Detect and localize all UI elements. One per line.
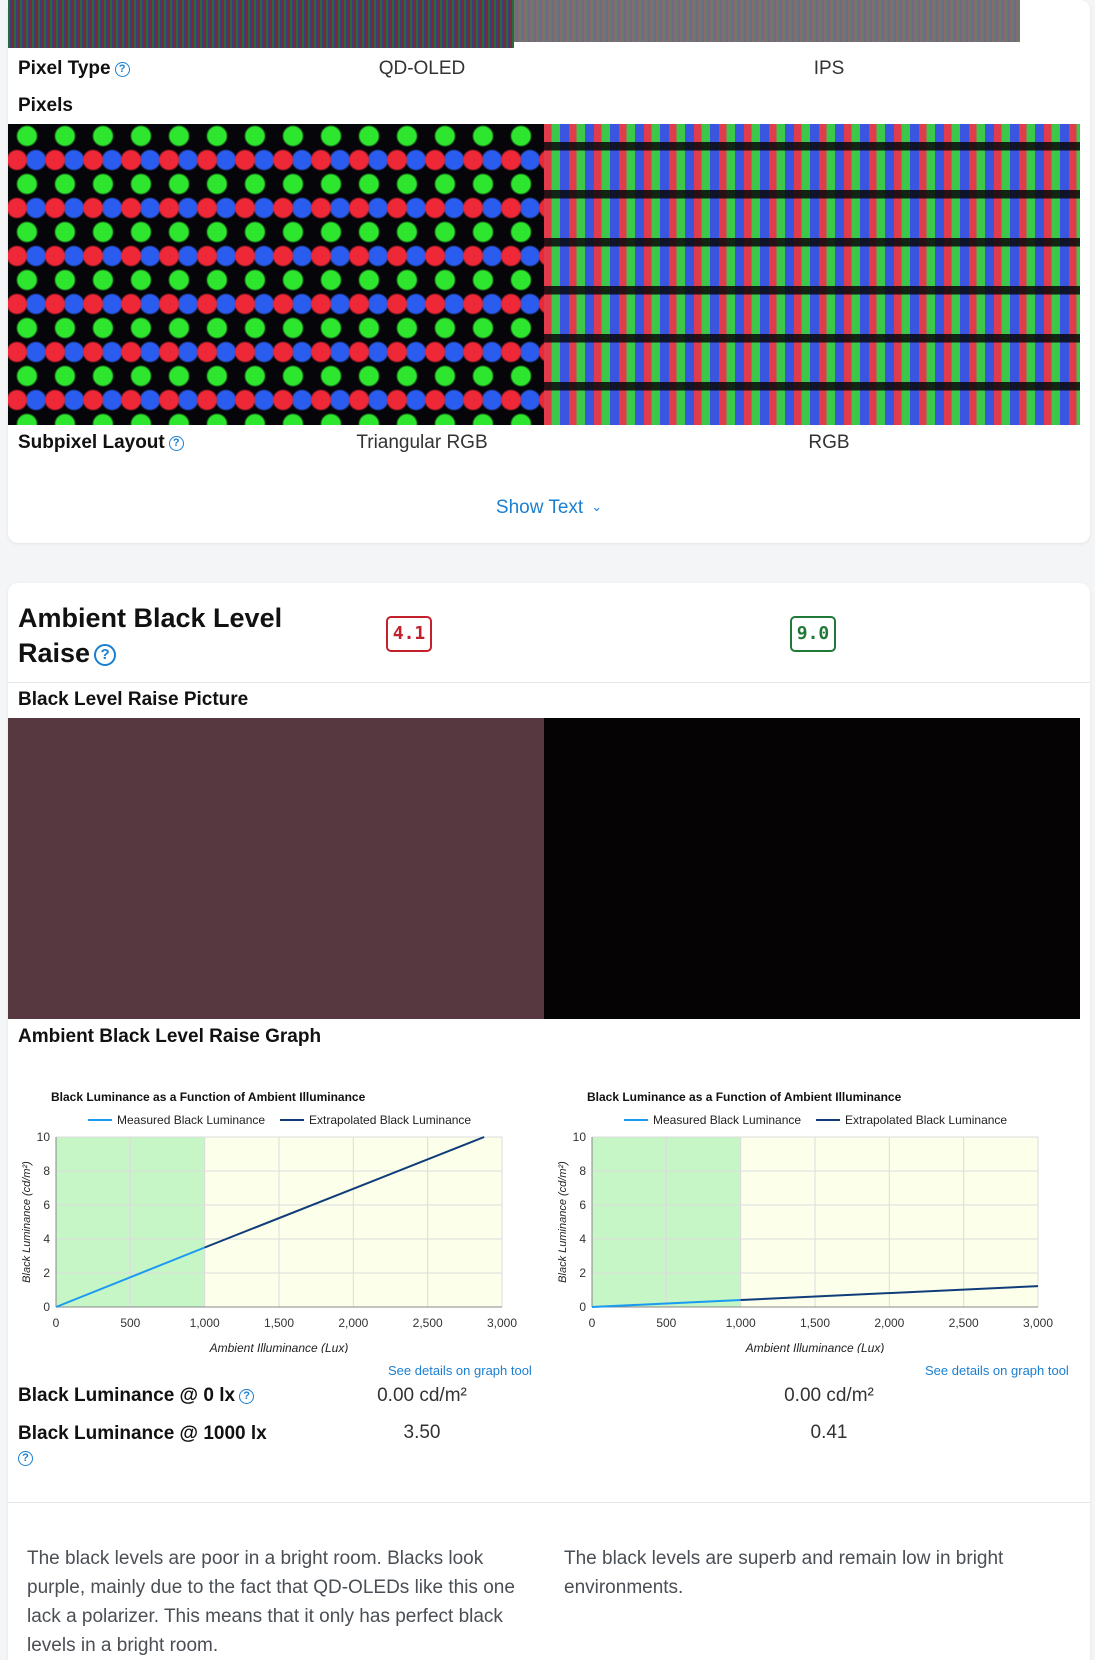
y-axis-label: Black Luminance (cd/m²)	[21, 1161, 33, 1283]
black-at-0-value-right: 0.00 cd/m²	[784, 1385, 874, 1406]
section-title: Ambient Black Level Raise	[18, 603, 283, 668]
chart-title: Black Luminance as a Function of Ambient…	[587, 1090, 902, 1104]
show-text-button[interactable]: Show Text ⌄	[8, 497, 1090, 519]
black-level-photo-right	[544, 718, 1080, 1019]
y-tick-label: 2	[43, 1266, 50, 1280]
score-badge-right: 9.0	[790, 616, 836, 652]
x-tick-label: 1,500	[800, 1316, 830, 1330]
pixels-label: Pixels	[18, 95, 73, 116]
y-tick-label: 8	[43, 1164, 50, 1178]
y-tick-label: 10	[573, 1130, 587, 1144]
help-icon[interactable]: ?	[114, 62, 130, 77]
divider	[8, 682, 1090, 683]
x-tick-label: 2,000	[874, 1316, 904, 1330]
chart-svg: Black Luminance as a Function of Ambient…	[21, 1090, 517, 1353]
text-clarity-photo-left	[8, 0, 514, 48]
chart-svg: Black Luminance as a Function of Ambient…	[557, 1090, 1053, 1353]
chart-title: Black Luminance as a Function of Ambient…	[51, 1090, 366, 1104]
graph-tool-link-right[interactable]: See details on graph tool	[925, 1363, 1069, 1378]
y-tick-label: 2	[579, 1266, 586, 1280]
pixels-photo-left	[8, 124, 544, 425]
x-tick-label: 500	[120, 1316, 140, 1330]
show-text-label: Show Text	[495, 497, 584, 518]
score-badge-left: 4.1	[386, 616, 432, 652]
help-icon[interactable]: ?	[239, 1389, 255, 1404]
y-axis-label: Black Luminance (cd/m²)	[557, 1161, 569, 1283]
divider	[8, 1502, 1090, 1503]
subpixel-layout-value-left: Triangular RGB	[356, 432, 488, 453]
x-tick-label: 3,000	[487, 1316, 517, 1330]
help-icon[interactable]: ?	[18, 1451, 33, 1466]
black-at-0-label: Black Luminance @ 0 lx	[18, 1385, 236, 1406]
pixels-card: Pixel Type? QD-OLED IPS Pixels Subpixel …	[8, 0, 1090, 543]
text-clarity-photo-right	[514, 0, 1020, 42]
x-tick-label: 1,500	[264, 1316, 294, 1330]
x-tick-label: 500	[656, 1316, 676, 1330]
y-tick-label: 8	[579, 1164, 586, 1178]
x-tick-label: 1,000	[726, 1316, 756, 1330]
x-axis-label: Ambient Illuminance (Lux)	[745, 1341, 885, 1353]
x-axis-label: Ambient Illuminance (Lux)	[209, 1341, 349, 1353]
black-at-0-value-left: 0.00 cd/m²	[377, 1385, 467, 1406]
help-icon[interactable]: ?	[94, 644, 117, 666]
description-left: The black levels are poor in a bright ro…	[27, 1548, 515, 1656]
x-tick-label: 3,000	[1023, 1316, 1053, 1330]
black-luminance-chart-left: Black Luminance as a Function of Ambient…	[12, 1053, 548, 1353]
pixel-type-value-left: QD-OLED	[378, 58, 466, 79]
y-tick-label: 0	[43, 1300, 50, 1314]
graph-label: Ambient Black Level Raise Graph	[18, 1026, 322, 1047]
chevron-down-icon: ⌄	[591, 499, 603, 514]
y-tick-label: 0	[579, 1300, 586, 1314]
pixels-photo-right	[544, 124, 1080, 425]
ambient-black-level-card: Ambient Black Level Raise? 4.1 9.0 Black…	[8, 583, 1090, 1660]
pixel-type-value-right: IPS	[813, 58, 845, 79]
picture-label: Black Level Raise Picture	[18, 689, 249, 710]
black-at-1000-value-left: 3.50	[403, 1422, 441, 1443]
y-tick-label: 6	[43, 1198, 50, 1212]
x-tick-label: 2,500	[413, 1316, 443, 1330]
black-at-1000-label: Black Luminance @ 1000 lx	[18, 1423, 267, 1444]
graph-tool-link-left[interactable]: See details on graph tool	[388, 1363, 532, 1378]
legend-item: Measured Black Luminance	[653, 1113, 801, 1127]
legend-item: Measured Black Luminance	[117, 1113, 265, 1127]
subpixel-layout-value-right: RGB	[808, 432, 850, 453]
x-tick-label: 0	[589, 1316, 596, 1330]
y-tick-label: 10	[37, 1130, 51, 1144]
black-level-photo-left	[8, 718, 544, 1019]
pixel-type-label: Pixel Type	[18, 58, 111, 79]
x-tick-label: 2,500	[949, 1316, 979, 1330]
x-tick-label: 1,000	[190, 1316, 220, 1330]
black-luminance-chart-right: Black Luminance as a Function of Ambient…	[548, 1053, 1084, 1353]
x-tick-label: 0	[53, 1316, 60, 1330]
y-tick-label: 4	[43, 1232, 50, 1246]
black-at-1000-value-right: 0.41	[810, 1422, 848, 1443]
help-icon[interactable]: ?	[168, 436, 184, 451]
legend-item: Extrapolated Black Luminance	[309, 1113, 471, 1127]
x-tick-label: 2,000	[338, 1316, 368, 1330]
description-right: The black levels are superb and remain l…	[564, 1548, 1004, 1598]
legend-item: Extrapolated Black Luminance	[845, 1113, 1007, 1127]
y-tick-label: 6	[579, 1198, 586, 1212]
y-tick-label: 4	[579, 1232, 586, 1246]
subpixel-layout-label: Subpixel Layout	[18, 432, 165, 453]
